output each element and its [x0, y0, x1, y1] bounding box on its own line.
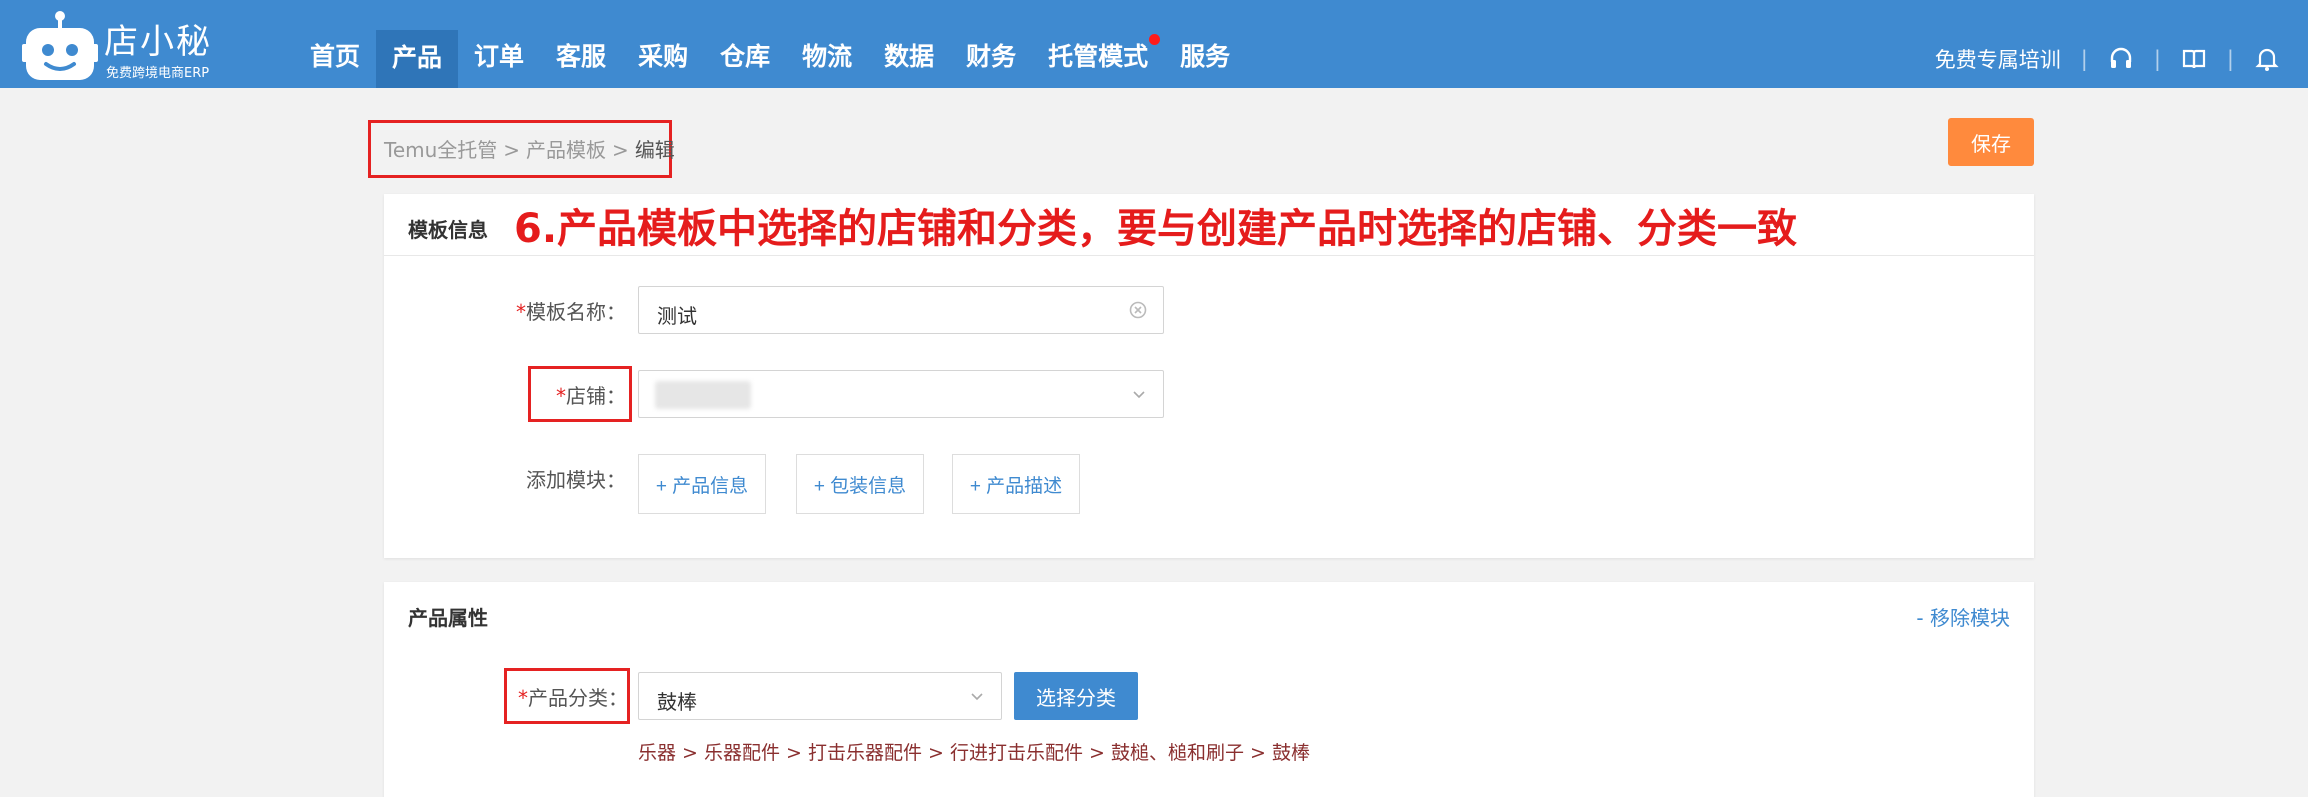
add-product-info-button[interactable]: + 产品信息 [638, 454, 766, 514]
nav-item-label: 订单 [474, 42, 525, 71]
nav-item-label: 采购 [638, 42, 689, 71]
category-select[interactable]: 鼓棒 [638, 672, 1002, 720]
panel-header: 产品属性 - 移除模块 [384, 582, 2034, 644]
nav-item-label: 客服 [556, 42, 607, 71]
brand-name: 店小秘 [104, 22, 212, 62]
redacted-shop-name [655, 381, 751, 409]
notification-dot [1149, 34, 1161, 45]
nav-item-label: 首页 [310, 42, 361, 71]
book-icon[interactable] [2181, 46, 2207, 72]
nav-item-10[interactable]: 服务 [1164, 0, 1246, 88]
free-training-link[interactable]: 免费专属培训 [1935, 44, 2061, 74]
nav-item-7[interactable]: 数据 [868, 0, 950, 88]
remove-module-link[interactable]: - 移除模块 [1916, 602, 2010, 631]
brand-subtitle: 免费跨境电商ERP [106, 66, 210, 81]
nav-item-2[interactable]: 订单 [458, 0, 540, 88]
headset-icon[interactable] [2108, 46, 2134, 72]
divider: | [2080, 47, 2088, 71]
breadcrumb-separator: > [503, 138, 521, 162]
panel-title: 产品属性 [408, 606, 488, 630]
breadcrumb: Temu全托管 > 产品模板 > 编辑 [384, 134, 675, 163]
template-name-input[interactable]: 测试 [638, 286, 1164, 334]
chevron-down-icon [1133, 391, 1145, 399]
nav-item-1[interactable]: 产品 [376, 30, 459, 88]
panel-title: 模板信息 [408, 218, 488, 242]
annotation-note: 6.产品模板中选择的店铺和分类，要与创建产品时选择的店铺、分类一致 [514, 206, 1798, 252]
nav-item-4[interactable]: 采购 [622, 0, 704, 88]
template-name-value: 测试 [657, 304, 697, 328]
top-nav-bar: 店小秘 免费跨境电商ERP 首页 产品 订单 客服 采购 仓库 物流 数据 财务 托管模式 服务 免… [0, 0, 2308, 88]
nav-item-8[interactable]: 财务 [950, 0, 1032, 88]
nav-item-label: 托管模式 [1048, 42, 1149, 71]
nav-item-label: 仓库 [720, 42, 771, 71]
save-button[interactable]: 保存 [1948, 118, 2034, 166]
template-name-label: *模板名称： [516, 300, 626, 324]
add-package-info-button[interactable]: + 包装信息 [796, 454, 924, 514]
template-info-panel: 模板信息 6.产品模板中选择的店铺和分类，要与创建产品时选择的店铺、分类一致 *… [384, 194, 2034, 558]
robot-logo-icon [22, 11, 98, 80]
shop-select[interactable] [638, 370, 1164, 418]
nav-item-label: 财务 [966, 42, 1017, 71]
shop-label: *店铺： [556, 384, 626, 408]
nav-item-label: 服务 [1180, 42, 1231, 71]
nav-item-label: 数据 [884, 42, 935, 71]
top-right-tools: 免费专属培训 | | | [1935, 0, 2280, 88]
chevron-down-icon [971, 693, 983, 701]
clear-icon[interactable] [1129, 301, 1147, 319]
product-attributes-panel: 产品属性 - 移除模块 *产品分类： 鼓棒 选择分类 乐器 > 乐器配件 > 打… [384, 582, 2034, 797]
nav-item-label: 物流 [802, 42, 853, 71]
select-category-button[interactable]: 选择分类 [1014, 672, 1138, 720]
nav-item-3[interactable]: 客服 [540, 0, 622, 88]
nav-item-0[interactable]: 首页 [294, 0, 376, 88]
nav-item-5[interactable]: 仓库 [704, 0, 786, 88]
category-path: 乐器 > 乐器配件 > 打击乐器配件 > 行进打击乐配件 > 鼓槌、槌和刷子 >… [638, 742, 1310, 764]
nav-item-6[interactable]: 物流 [786, 0, 868, 88]
panel-header: 模板信息 6.产品模板中选择的店铺和分类，要与创建产品时选择的店铺、分类一致 [384, 194, 2034, 256]
divider: | [2153, 47, 2161, 71]
bell-icon[interactable] [2254, 46, 2280, 72]
add-product-desc-button[interactable]: + 产品描述 [952, 454, 1080, 514]
breadcrumb-separator: > [612, 138, 629, 162]
nav-item-9[interactable]: 托管模式 [1032, 0, 1164, 88]
add-module-label: 添加模块： [526, 468, 626, 492]
main-nav: 首页 产品 订单 客服 采购 仓库 物流 数据 财务 托管模式 服务 [294, 0, 1246, 88]
category-value: 鼓棒 [657, 690, 697, 714]
breadcrumb-current: 编辑 [634, 138, 675, 162]
brand-logo[interactable]: 店小秘 免费跨境电商ERP [22, 8, 222, 81]
nav-item-label: 产品 [392, 43, 443, 72]
breadcrumb-parent[interactable]: 产品模板 [526, 138, 606, 162]
breadcrumb-root[interactable]: Temu全托管 [384, 138, 497, 162]
divider: | [2226, 47, 2234, 71]
category-label: *产品分类： [518, 686, 628, 710]
